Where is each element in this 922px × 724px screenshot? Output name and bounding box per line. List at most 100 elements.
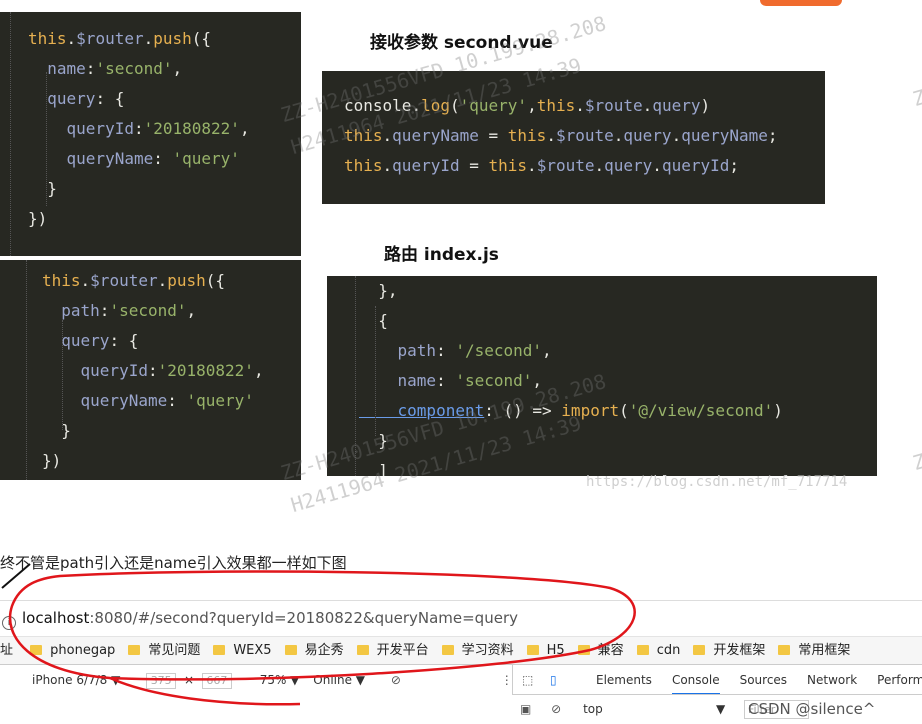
code-token: : () => — [484, 401, 562, 420]
code-token: $router — [76, 29, 144, 48]
code-token: ({ — [191, 29, 212, 48]
code-line: this.$router.push({ — [28, 24, 301, 54]
code-token: } — [42, 421, 71, 440]
code-line: } — [359, 426, 877, 456]
devtools-tab[interactable]: Sources — [740, 665, 787, 695]
code-token: . — [575, 96, 585, 115]
code-token: query — [604, 156, 653, 175]
code-line: this.queryName = this.$route.query.query… — [344, 121, 825, 151]
bookmark-item[interactable]: 常用框架 — [778, 637, 850, 665]
code-line: queryId:'20180822', — [42, 356, 301, 386]
code-token: , — [253, 361, 264, 380]
watermark-text: Z — [910, 84, 922, 112]
code-token: console — [344, 96, 412, 115]
code-token: queryName — [392, 126, 479, 145]
bookmark-item[interactable]: 开发框架 — [693, 637, 765, 665]
code-token: queryName — [681, 126, 768, 145]
code-token: : — [436, 341, 456, 360]
code-token: ({ — [205, 271, 226, 290]
code-line: this.queryId = this.$route.query.queryId… — [344, 151, 825, 181]
folder-icon — [778, 645, 791, 655]
code-token: . — [382, 126, 393, 145]
code-token: . — [66, 29, 77, 48]
code-block-index-js: }, { path: '/second', name: 'second', co… — [327, 276, 877, 476]
folder-icon — [693, 645, 706, 655]
code-token: '@/view/second' — [628, 401, 774, 420]
csdn-watermark: CSDN @silence^ — [748, 700, 876, 718]
code-line: }) — [28, 204, 301, 234]
code-block-router-push-path: this.$router.push({ path:'second', query… — [0, 260, 301, 480]
bookmark-label: 常用框架 — [798, 643, 851, 658]
code-token: ] — [359, 461, 388, 476]
code-token: : — [133, 119, 144, 138]
code-token: , — [532, 371, 543, 390]
code-token: ) — [773, 401, 783, 420]
code-block-router-push-name: this.$router.push({ name:'second', query… — [0, 12, 301, 256]
code-token: $router — [90, 271, 158, 290]
context-dropdown-icon[interactable]: ▼ — [716, 695, 725, 724]
code-token: $route — [555, 126, 614, 145]
code-line: this.$router.push({ — [42, 266, 301, 296]
code-token: ( — [619, 401, 629, 420]
code-line: name:'second', — [28, 54, 301, 84]
code-token: $route — [536, 156, 595, 175]
code-token: . — [642, 96, 653, 115]
code-token: push — [167, 271, 206, 290]
code-token: ; — [729, 156, 740, 175]
code-token: , — [542, 341, 552, 360]
heading-index-js: 路由 index.js — [384, 245, 499, 265]
code-token: log — [421, 96, 450, 115]
code-line: path:'second', — [42, 296, 301, 326]
code-token: ; — [767, 126, 778, 145]
code-line: query: { — [42, 326, 301, 356]
code-token: name — [28, 59, 86, 78]
code-token: queryId — [392, 156, 460, 175]
code-line: path: '/second', — [359, 336, 877, 366]
code-line: }) — [42, 446, 301, 476]
code-token: queryId — [28, 119, 134, 138]
code-token: : — [436, 371, 456, 390]
blog-watermark: https://blog.csdn.net/mf_717714 — [586, 474, 848, 490]
devtools-tab[interactable]: Performan — [877, 665, 922, 695]
code-token: = — [459, 156, 489, 175]
code-token: = — [478, 126, 508, 145]
code-token: '20180822' — [143, 119, 240, 138]
code-token: push — [153, 29, 192, 48]
code-token: '/second' — [455, 341, 543, 360]
code-token: 'second' — [455, 371, 533, 390]
code-token: . — [382, 156, 393, 175]
code-token: query — [623, 126, 672, 145]
red-highlight-circle-icon — [8, 570, 636, 706]
code-line: queryName: 'query' — [42, 386, 301, 416]
code-line: name: 'second', — [359, 366, 877, 396]
code-token: : — [99, 301, 110, 320]
code-line: console.log('query',this.$route.query) — [344, 91, 825, 121]
code-line: component: () => import('@/view/second') — [359, 396, 877, 426]
code-token: . — [652, 156, 662, 175]
code-token: . — [546, 126, 556, 145]
code-token: queryName — [42, 391, 168, 410]
code-token: path — [42, 301, 100, 320]
code-token: . — [613, 126, 624, 145]
code-token: 'query' — [186, 391, 254, 410]
devtools-tab[interactable]: Console — [671, 667, 720, 695]
code-token: , — [527, 96, 537, 115]
code-token: } — [28, 179, 57, 198]
code-token: '20180822' — [157, 361, 254, 380]
code-token: , — [186, 301, 197, 320]
code-token: this — [344, 126, 383, 145]
code-token: 'query' — [172, 149, 240, 168]
code-token: : { — [95, 89, 125, 108]
heading-second-vue: 接收参数 second.vue — [370, 33, 553, 53]
code-token: path — [359, 341, 437, 360]
code-token: query — [42, 331, 110, 350]
code-token: { — [359, 311, 388, 330]
code-token: . — [671, 126, 682, 145]
code-token: . — [527, 156, 537, 175]
code-token: 'query' — [459, 96, 528, 115]
code-line: queryId:'20180822', — [28, 114, 301, 144]
code-block-second-vue: console.log('query',this.$route.query) th… — [322, 71, 825, 204]
devtools-tab[interactable]: Network — [807, 665, 857, 695]
code-line: }, — [359, 276, 877, 306]
code-token: this — [536, 96, 576, 115]
